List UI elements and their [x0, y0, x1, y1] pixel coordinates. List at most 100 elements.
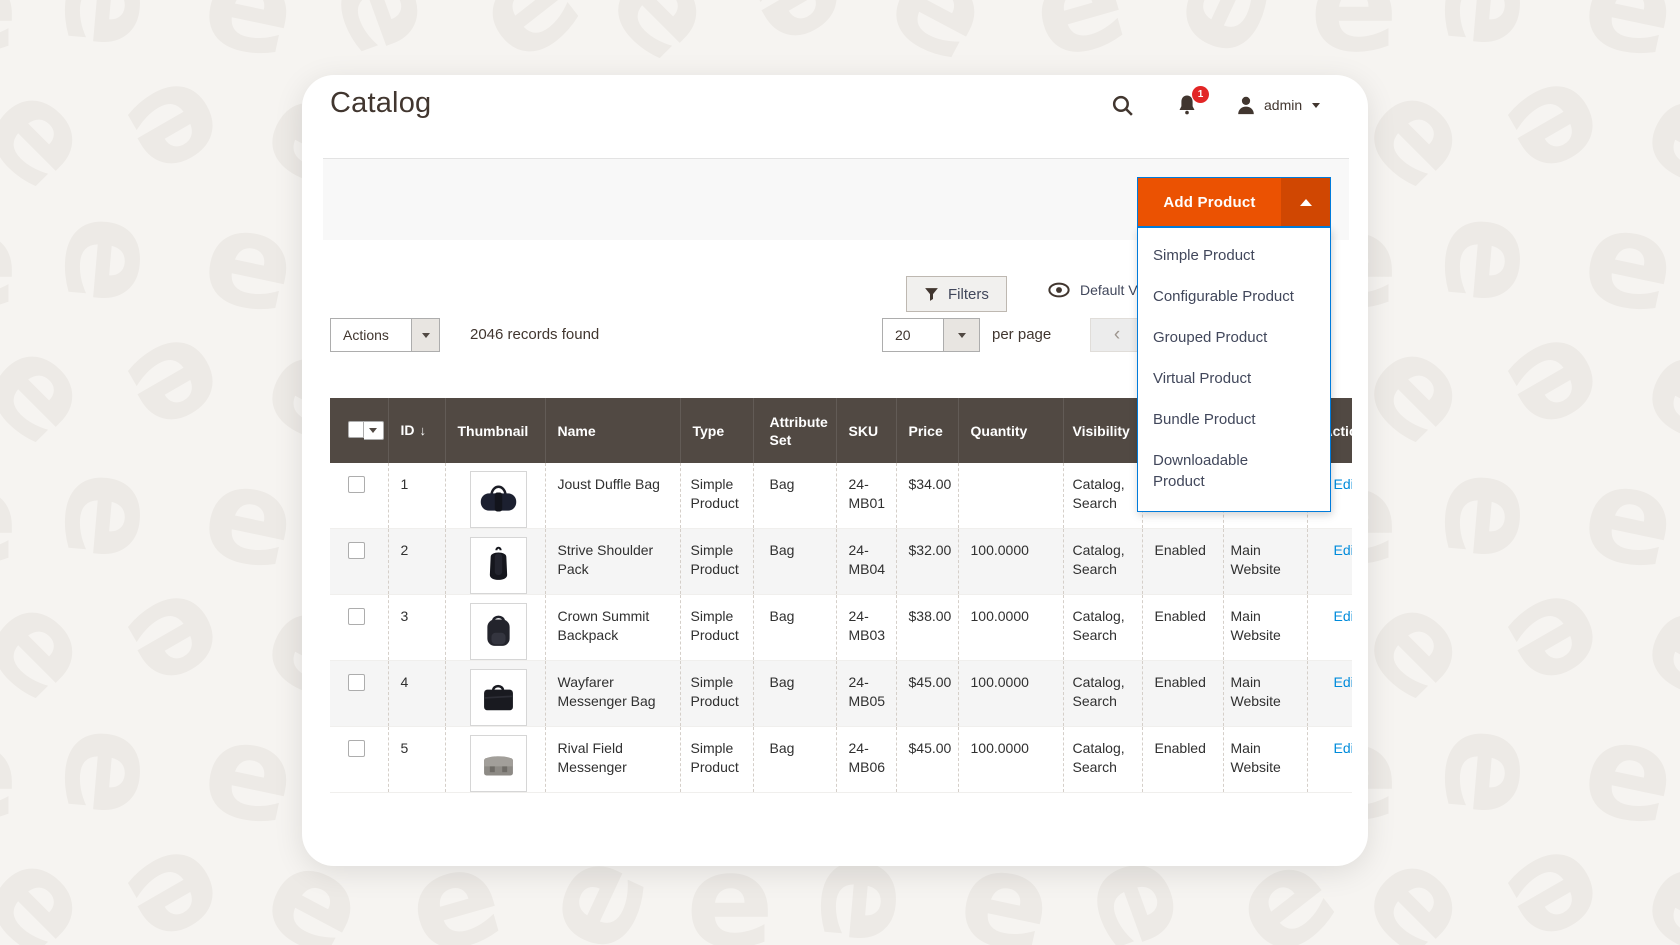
user-icon: [1235, 94, 1257, 116]
filter-funnel-icon: [924, 287, 939, 302]
cell-websites: Main Website: [1223, 529, 1307, 595]
select-all-control[interactable]: [348, 421, 384, 440]
add-product-label[interactable]: Add Product: [1138, 178, 1281, 226]
edit-link[interactable]: Edit: [1334, 476, 1353, 492]
cell-sku: 24-MB05: [836, 661, 896, 727]
edit-link[interactable]: Edit: [1334, 674, 1353, 690]
row-checkbox[interactable]: [348, 476, 365, 493]
edit-link[interactable]: Edit: [1334, 740, 1353, 756]
table-row: 4 Wayfarer Messenger Bag Simp: [330, 661, 1352, 727]
cell-sku: 24-MB06: [836, 727, 896, 793]
messenger-bag-image: [475, 674, 522, 721]
menu-item-grouped-product[interactable]: Grouped Product: [1138, 317, 1330, 358]
row-checkbox[interactable]: [348, 740, 365, 757]
table-row: 5 Rival Field Messenge: [330, 727, 1352, 793]
cell-visibility: Catalog, Search: [1063, 661, 1142, 727]
cell-id: 5: [388, 727, 445, 793]
per-page-label: per page: [992, 318, 1051, 352]
add-product-dropdown: Simple Product Configurable Product Grou…: [1137, 227, 1331, 512]
magento-admin-screen: eeeeeeeeeeeeeeeeeeeeeeeeeeeeeeeeeeeeeeee…: [0, 0, 1680, 945]
add-product-toggle[interactable]: [1281, 178, 1330, 226]
column-header-attribute-set[interactable]: Attribute Set: [753, 398, 836, 463]
shoulder-pack-image: [475, 542, 522, 589]
previous-page-button[interactable]: ‹: [1090, 318, 1144, 352]
column-header-sku[interactable]: SKU: [836, 398, 896, 463]
page-size-select[interactable]: 20: [882, 318, 980, 352]
cell-price: $38.00: [896, 595, 958, 661]
column-header-quantity[interactable]: Quantity: [958, 398, 1063, 463]
actions-select[interactable]: Actions: [330, 318, 440, 352]
cell-websites: Main Website: [1223, 661, 1307, 727]
admin-user-label: admin: [1264, 97, 1302, 113]
product-thumbnail: [470, 669, 527, 726]
cell-id: 3: [388, 595, 445, 661]
records-count: 2046 records found: [470, 318, 599, 352]
add-product-button[interactable]: Add Product: [1137, 177, 1331, 227]
actions-select-arrow: [411, 319, 439, 351]
product-thumbnail: [470, 471, 527, 528]
cell-attribute-set: Bag: [753, 463, 836, 529]
cell-type: Simple Product: [680, 529, 753, 595]
menu-item-bundle-product[interactable]: Bundle Product: [1138, 399, 1330, 440]
select-all-checkbox: [348, 421, 364, 438]
column-header-type[interactable]: Type: [680, 398, 753, 463]
cell-id: 4: [388, 661, 445, 727]
edit-link[interactable]: Edit: [1334, 542, 1353, 558]
cell-status: Enabled: [1142, 529, 1223, 595]
column-header-thumbnail[interactable]: Thumbnail: [445, 398, 545, 463]
column-header-visibility[interactable]: Visibility: [1063, 398, 1142, 463]
cell-quantity: 100.0000: [958, 529, 1063, 595]
cell-sku: 24-MB01: [836, 463, 896, 529]
page-title: Catalog: [330, 87, 431, 120]
sort-desc-icon: ↓: [420, 423, 427, 438]
row-checkbox[interactable]: [348, 542, 365, 559]
product-thumbnail: [470, 603, 527, 660]
cell-status: Enabled: [1142, 661, 1223, 727]
edit-link[interactable]: Edit: [1334, 608, 1353, 624]
cell-type: Simple Product: [680, 463, 753, 529]
menu-item-virtual-product[interactable]: Virtual Product: [1138, 358, 1330, 399]
cell-id: 1: [388, 463, 445, 529]
column-header-id[interactable]: ID↓: [388, 398, 445, 463]
product-thumbnail: [470, 537, 527, 594]
cell-type: Simple Product: [680, 595, 753, 661]
duffle-bag-image: [475, 476, 522, 523]
chevron-down-icon: [958, 333, 966, 338]
cell-name: Rival Field Messenger: [545, 727, 680, 793]
cell-visibility: Catalog, Search: [1063, 727, 1142, 793]
cell-status: Enabled: [1142, 727, 1223, 793]
page-size-value: 20: [883, 319, 943, 351]
cell-name: Joust Duffle Bag: [545, 463, 680, 529]
cell-price: $34.00: [896, 463, 958, 529]
header-actions: 1 admin: [1110, 91, 1320, 119]
cell-quantity: 100.0000: [958, 727, 1063, 793]
menu-item-configurable-product[interactable]: Configurable Product: [1138, 276, 1330, 317]
cell-visibility: Catalog, Search: [1063, 463, 1142, 529]
notifications-bell-icon[interactable]: 1: [1175, 93, 1199, 117]
row-checkbox[interactable]: [348, 674, 365, 691]
cell-type: Simple Product: [680, 661, 753, 727]
cell-quantity: 100.0000: [958, 595, 1063, 661]
chevron-down-icon: [369, 428, 377, 433]
cell-visibility: Catalog, Search: [1063, 595, 1142, 661]
table-row: 2 Strive Shoulder Pack Simple: [330, 529, 1352, 595]
filters-button[interactable]: Filters: [906, 276, 1007, 312]
cell-attribute-set: Bag: [753, 661, 836, 727]
cell-attribute-set: Bag: [753, 595, 836, 661]
menu-item-downloadable-product[interactable]: Downloadable Product: [1138, 440, 1286, 502]
cell-id: 2: [388, 529, 445, 595]
cell-status: Enabled: [1142, 595, 1223, 661]
cell-type: Simple Product: [680, 727, 753, 793]
cell-attribute-set: Bag: [753, 727, 836, 793]
search-icon[interactable]: [1110, 93, 1135, 118]
product-thumbnail: [470, 735, 527, 792]
cell-websites: Main Website: [1223, 595, 1307, 661]
column-header-price[interactable]: Price: [896, 398, 958, 463]
menu-item-simple-product[interactable]: Simple Product: [1138, 235, 1330, 276]
chevron-down-icon: [1312, 103, 1320, 108]
column-header-name[interactable]: Name: [545, 398, 680, 463]
row-checkbox[interactable]: [348, 608, 365, 625]
chevron-down-icon: [422, 333, 430, 338]
cell-price: $45.00: [896, 727, 958, 793]
admin-user-menu[interactable]: admin: [1235, 94, 1320, 116]
